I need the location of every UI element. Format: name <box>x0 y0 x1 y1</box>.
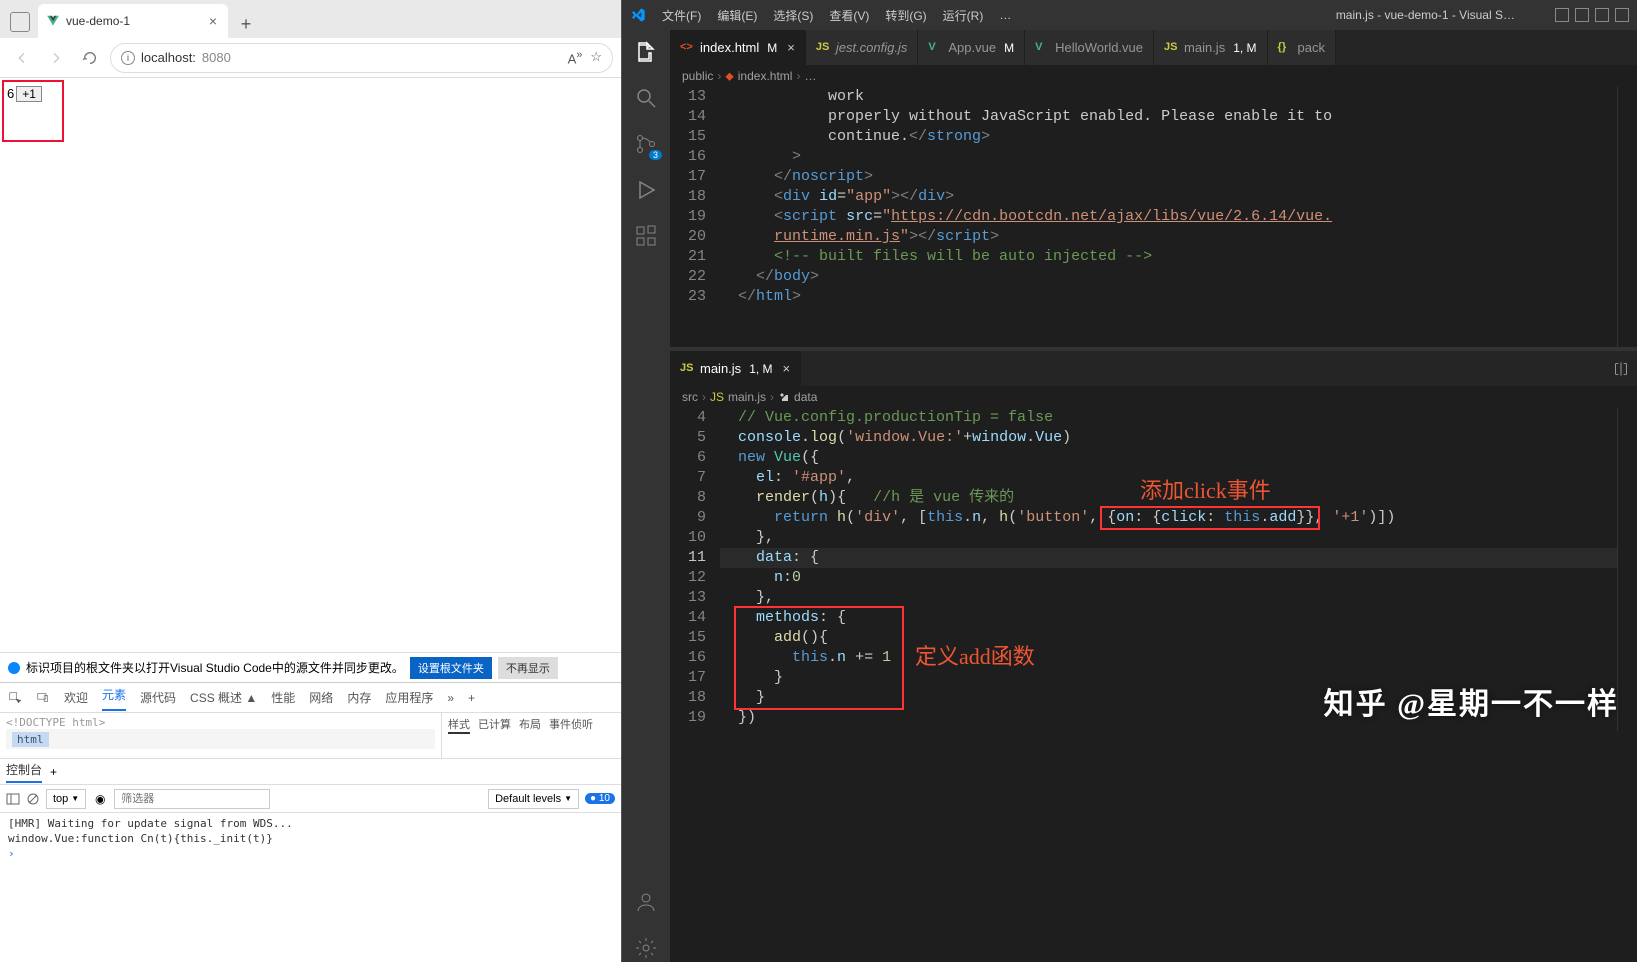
editor-tabs-2: JSmain.js1, M× <box>670 351 1637 386</box>
breadcrumb-html[interactable]: html <box>12 732 49 747</box>
issue-badge[interactable]: ● 10 <box>585 793 615 804</box>
favorite-icon[interactable]: ☆ <box>590 49 602 66</box>
breadcrumb-1[interactable]: public› ⬥index.html› … <box>670 65 1637 87</box>
vscode-window: 文件(F) 编辑(E) 选择(S) 查看(V) 转到(G) 运行(R) … ma… <box>622 0 1637 962</box>
reading-mode-icon[interactable]: A» <box>568 49 583 66</box>
devtools-tabs: 欢迎 元素 源代码 CSS 概述 ▲ 性能 网络 内存 应用程序 » + <box>0 683 621 713</box>
highlight-box: 6 +1 <box>2 80 64 142</box>
styles-panel[interactable]: 样式 已计算 布局 事件侦听 <box>441 713 621 758</box>
menu-edit[interactable]: 编辑(E) <box>711 7 763 24</box>
tab-close-icon[interactable]: × <box>206 13 220 29</box>
breadcrumb-2[interactable]: src› JS main.js› data <box>670 386 1637 408</box>
editor-tab[interactable]: <>index.htmlM× <box>670 30 806 65</box>
devtab-application[interactable]: 应用程序 <box>385 689 433 706</box>
devtab-css[interactable]: CSS 概述 ▲ <box>190 689 257 706</box>
scm-badge: 3 <box>649 150 662 160</box>
devtab-elements[interactable]: 元素 <box>102 686 126 711</box>
editor-tab[interactable]: JSmain.js1, M× <box>670 351 801 386</box>
menu-view[interactable]: 查看(V) <box>823 7 875 24</box>
devtab-perf[interactable]: 性能 <box>271 689 295 706</box>
sidebar-toggle-icon[interactable] <box>6 792 20 806</box>
menu-more[interactable]: … <box>993 8 1017 22</box>
devtools: 欢迎 元素 源代码 CSS 概述 ▲ 性能 网络 内存 应用程序 » + <!D… <box>0 682 621 962</box>
clear-console-icon[interactable] <box>26 792 40 806</box>
editor-tabs-1: <>index.htmlM×JSjest.config.jsVApp.vueMV… <box>670 30 1637 65</box>
console-prompt[interactable]: › <box>8 847 613 860</box>
console-line: [HMR] Waiting for update signal from WDS… <box>8 817 613 830</box>
info-icon[interactable]: i <box>121 51 135 65</box>
minimap[interactable] <box>1617 408 1637 731</box>
info-text: 标识项目的根文件夹以打开Visual Studio Code中的源文件并同步更改… <box>26 659 404 676</box>
menu-selection[interactable]: 选择(S) <box>767 7 819 24</box>
device-icon[interactable] <box>36 691 50 705</box>
compare-icon[interactable] <box>1605 351 1637 386</box>
page-content: 6 +1 <box>0 78 621 652</box>
browser-tab-bar: vue-demo-1 × + <box>0 0 621 38</box>
editor-tab[interactable]: JSmain.js1, M <box>1154 30 1268 65</box>
editor-tab[interactable]: VApp.vueM <box>918 30 1025 65</box>
forward-button[interactable] <box>42 44 70 72</box>
info-dot-icon <box>8 662 20 674</box>
settings-icon[interactable] <box>632 934 660 962</box>
live-expr-icon[interactable]: ◉ <box>92 791 108 807</box>
menu-run[interactable]: 运行(R) <box>937 7 990 24</box>
editor-area-1[interactable]: 1314151617181920212223 work properly wit… <box>670 87 1637 347</box>
browser-nav-bar: i localhost: 8080 A» ☆ <box>0 38 621 78</box>
console-controls: top ▼ ◉ Default levels ▼ ● 10 <box>0 785 621 813</box>
symbol-icon <box>778 391 790 403</box>
drawer-add[interactable]: + <box>50 765 57 779</box>
url-host: localhost: <box>141 50 196 65</box>
editor-tab[interactable]: {}pack <box>1268 30 1336 65</box>
explorer-icon[interactable] <box>632 38 660 66</box>
devtab-add[interactable]: + <box>468 691 475 705</box>
editor-tab[interactable]: VHelloWorld.vue <box>1025 30 1154 65</box>
console-drawer-tabs: 控制台 + <box>0 759 621 785</box>
tab-title: vue-demo-1 <box>66 14 130 28</box>
devtab-memory[interactable]: 内存 <box>347 689 371 706</box>
console-body[interactable]: [HMR] Waiting for update signal from WDS… <box>0 813 621 962</box>
menu-go[interactable]: 转到(G) <box>879 7 932 24</box>
browser-tab[interactable]: vue-demo-1 × <box>38 4 228 38</box>
increment-button[interactable]: +1 <box>16 86 42 102</box>
url-bar[interactable]: i localhost: 8080 A» ☆ <box>110 43 613 73</box>
new-tab-button[interactable]: + <box>232 10 260 38</box>
back-button[interactable] <box>8 44 36 72</box>
devtab-network[interactable]: 网络 <box>309 689 333 706</box>
browser-window: vue-demo-1 × + i localhost: 8080 A» ☆ 6 +… <box>0 0 622 962</box>
extensions-icon[interactable] <box>632 222 660 250</box>
counter-value: 6 <box>7 86 14 101</box>
filter-input[interactable] <box>114 789 270 809</box>
devtab-welcome[interactable]: 欢迎 <box>64 689 88 706</box>
dismiss-button[interactable]: 不再显示 <box>498 657 558 679</box>
activity-bar: 3 <box>622 30 670 962</box>
devtab-sources[interactable]: 源代码 <box>140 689 176 706</box>
info-bar: 标识项目的根文件夹以打开Visual Studio Code中的源文件并同步更改… <box>0 652 621 682</box>
context-selector[interactable]: top ▼ <box>46 789 86 809</box>
vscode-logo-icon <box>630 7 646 23</box>
refresh-button[interactable] <box>76 44 104 72</box>
window-title: main.js - vue-demo-1 - Visual S… <box>1336 8 1515 22</box>
minimap[interactable] <box>1617 87 1637 347</box>
search-icon[interactable] <box>632 84 660 112</box>
debug-icon[interactable] <box>632 176 660 204</box>
scm-icon[interactable]: 3 <box>632 130 660 158</box>
elements-tree[interactable]: <!DOCTYPE html> html <box>0 713 441 758</box>
inspect-icon[interactable] <box>8 691 22 705</box>
vscode-titlebar: 文件(F) 编辑(E) 选择(S) 查看(V) 转到(G) 运行(R) … ma… <box>622 0 1637 30</box>
console-line: window.Vue:function Cn(t){this._init(t)} <box>8 832 613 845</box>
set-root-button[interactable]: 设置根文件夹 <box>410 657 492 679</box>
level-selector[interactable]: Default levels ▼ <box>488 789 579 809</box>
menu-file[interactable]: 文件(F) <box>656 7 707 24</box>
devtab-more[interactable]: » <box>447 691 454 705</box>
watermark: 知乎 @星期一不一样 <box>1324 679 1619 723</box>
editor-tab[interactable]: JSjest.config.js <box>806 30 919 65</box>
layout-controls[interactable] <box>1555 8 1629 22</box>
url-port: 8080 <box>202 50 231 65</box>
tab-overview-icon[interactable] <box>10 12 30 32</box>
account-icon[interactable] <box>632 888 660 916</box>
console-tab[interactable]: 控制台 <box>6 761 42 783</box>
vue-logo-icon <box>46 14 60 28</box>
